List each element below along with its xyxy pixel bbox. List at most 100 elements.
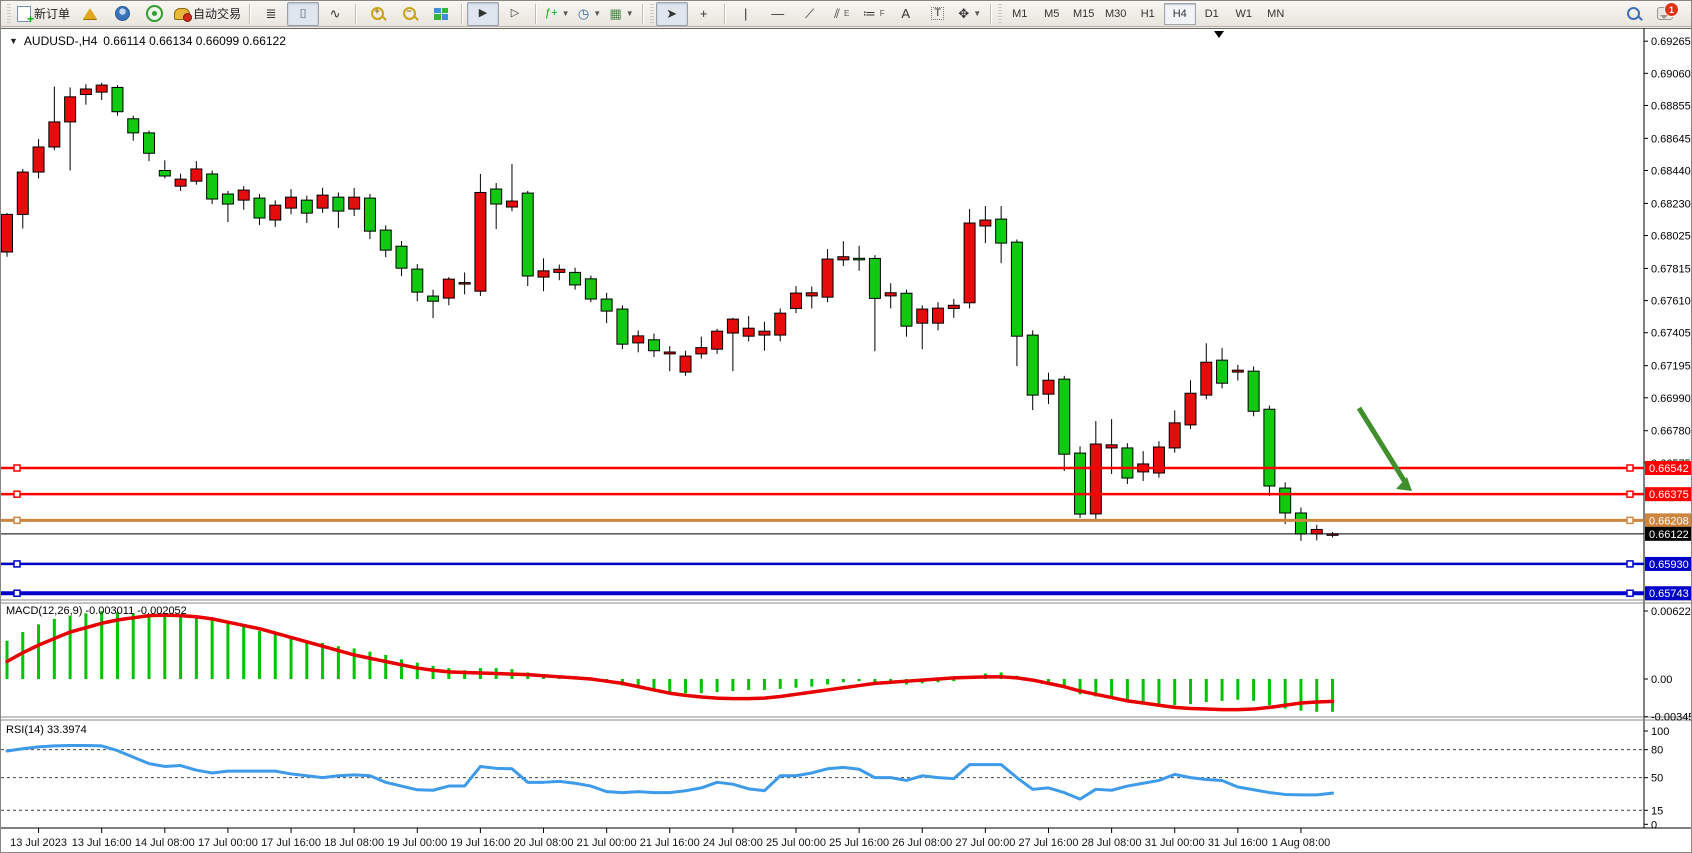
bar-chart-button[interactable]: ≣ <box>255 2 287 26</box>
tile-windows-icon <box>434 8 448 20</box>
level-handle[interactable] <box>1627 491 1633 497</box>
candle-up <box>286 197 297 208</box>
candle-down <box>159 171 170 176</box>
chart-shift-button[interactable]: ▷ <box>499 2 531 26</box>
vertical-line-button[interactable]: | <box>730 2 762 26</box>
rsi-axis-label: 80 <box>1651 745 1663 757</box>
trendline-button[interactable]: ⟋ <box>794 2 826 26</box>
toolbar-drag-handle[interactable] <box>998 4 1002 24</box>
cursor-button[interactable]: ➤ <box>656 2 688 26</box>
autotrade-button[interactable]: 自动交易 <box>170 2 245 26</box>
level-handle[interactable] <box>1627 590 1633 596</box>
timeframe-h4[interactable]: H4 <box>1164 3 1196 25</box>
signal-button[interactable] <box>138 2 170 26</box>
timeframe-m5[interactable]: M5 <box>1036 3 1068 25</box>
rsi-axis-label: 100 <box>1651 726 1669 738</box>
toolbar: 新订单 自动交易 ≣ ⌷ ∿ + − ▶ ▷ ƒ+▼ ◷▼ ▦▼ ➤ + | —… <box>1 1 1692 27</box>
chart-window[interactable]: 0.692650.690600.688550.686450.684400.682… <box>1 28 1692 853</box>
candle-down <box>1280 488 1291 513</box>
level-handle[interactable] <box>14 465 20 471</box>
timeframe-d1[interactable]: D1 <box>1196 3 1228 25</box>
timeframe-w1[interactable]: W1 <box>1228 3 1260 25</box>
auto-scroll-button[interactable]: ▶ <box>467 2 499 26</box>
tile-windows-button[interactable] <box>425 2 457 26</box>
candle-up <box>838 257 849 260</box>
text-button[interactable]: A <box>890 2 922 26</box>
toolbar-drag-handle[interactable] <box>650 4 654 24</box>
timeframe-m30[interactable]: M30 <box>1100 3 1132 25</box>
level-price-label: 0.66375 <box>1649 489 1689 501</box>
new-order-button[interactable]: 新订单 <box>13 2 74 26</box>
candle-down <box>254 198 265 218</box>
timeframe-mn[interactable]: MN <box>1260 3 1292 25</box>
candle-up <box>1201 362 1212 395</box>
timeframe-m1[interactable]: M1 <box>1004 3 1036 25</box>
candle-up <box>743 328 754 336</box>
level-handle[interactable] <box>1627 465 1633 471</box>
price-axis-label: 0.69060 <box>1651 68 1691 80</box>
search-button[interactable] <box>1617 2 1649 26</box>
price-axis-label: 0.67195 <box>1651 361 1691 373</box>
candle-down <box>996 219 1007 243</box>
chart-canvas[interactable]: 0.692650.690600.688550.686450.684400.682… <box>1 28 1692 853</box>
level-handle[interactable] <box>14 491 20 497</box>
candle-up <box>885 293 896 296</box>
level-handle[interactable] <box>1627 517 1633 523</box>
market-watch-button[interactable] <box>74 2 106 26</box>
chevron-down-icon: ▼ <box>562 9 570 18</box>
level-handle[interactable] <box>14 590 20 596</box>
templates-button[interactable]: ▦▼ <box>606 2 638 26</box>
zoom-in-button[interactable]: + <box>361 2 393 26</box>
rsi-axis-label: 50 <box>1651 773 1663 785</box>
rsi-indicator-label: RSI(14) 33.3974 <box>6 724 87 736</box>
candle-down <box>144 133 155 153</box>
price-axis-label: 0.66990 <box>1651 393 1691 405</box>
toolbar-drag-handle[interactable] <box>7 4 11 24</box>
level-handle[interactable] <box>14 517 20 523</box>
line-chart-button[interactable]: ∿ <box>319 2 351 26</box>
candle-down <box>491 189 502 204</box>
arrows-button[interactable]: ✥▼ <box>954 2 986 26</box>
symbol-dropdown-icon[interactable]: ▼ <box>9 36 18 46</box>
candle-down <box>854 258 865 260</box>
candle-up <box>49 122 60 147</box>
fibonacci-button[interactable]: ≔F <box>858 2 890 26</box>
separator <box>642 4 644 24</box>
candle-up <box>538 271 549 277</box>
community-button[interactable] <box>106 2 138 26</box>
indicators-button[interactable]: ƒ+▼ <box>541 2 573 26</box>
text-label-button[interactable]: T <box>922 2 954 26</box>
candle-up <box>1185 393 1196 425</box>
candle-down <box>869 258 880 298</box>
periods-button[interactable]: ◷▼ <box>574 2 606 26</box>
candle-up <box>680 356 691 372</box>
candle-up <box>270 205 281 220</box>
timeframe-m15[interactable]: M15 <box>1068 3 1100 25</box>
signal-icon <box>146 5 163 22</box>
horizontal-line-icon: — <box>771 7 784 20</box>
price-axis-label: 0.66780 <box>1651 426 1691 438</box>
vertical-line-icon: | <box>744 7 747 20</box>
timeframe-h1[interactable]: H1 <box>1132 3 1164 25</box>
macd-axis-label: -0.003451 <box>1651 712 1692 724</box>
level-handle[interactable] <box>14 561 20 567</box>
candle-up <box>1311 529 1322 534</box>
separator <box>535 4 537 24</box>
level-handle[interactable] <box>1627 561 1633 567</box>
candlestick-button[interactable]: ⌷ <box>287 2 319 26</box>
horizontal-line-button[interactable]: — <box>762 2 794 26</box>
chart-background <box>1 28 1692 853</box>
macd-axis-label: 0.00 <box>1651 674 1672 686</box>
new-order-icon <box>17 6 31 22</box>
time-axis-label: 25 Jul 00:00 <box>766 837 826 849</box>
zoom-out-button[interactable]: − <box>393 2 425 26</box>
time-axis-label: 19 Jul 16:00 <box>450 837 510 849</box>
channel-button[interactable]: ⫽E <box>826 2 858 26</box>
candle-down <box>1075 453 1086 514</box>
notifications-button[interactable]: 1 <box>1649 2 1681 26</box>
crosshair-icon: + <box>700 7 708 20</box>
crosshair-button[interactable]: + <box>688 2 720 26</box>
time-axis-label: 20 Jul 08:00 <box>514 837 574 849</box>
ohlc-values: 0.66114 0.66134 0.66099 0.66122 <box>103 34 286 48</box>
separator <box>461 4 463 24</box>
